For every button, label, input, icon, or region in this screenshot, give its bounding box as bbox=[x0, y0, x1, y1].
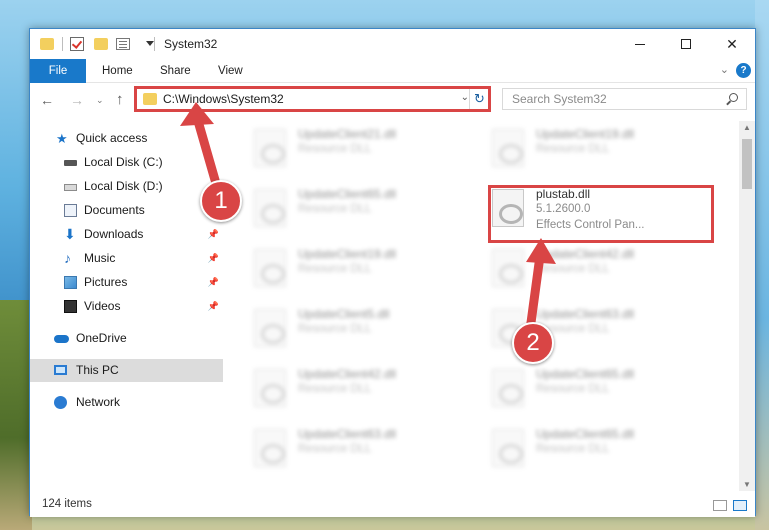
step-badge-1: 1 bbox=[200, 180, 242, 222]
step-badge-2: 2 bbox=[512, 322, 554, 364]
arrow-head-2 bbox=[526, 238, 556, 264]
arrow-head-1 bbox=[180, 102, 214, 126]
annotation-arrows bbox=[180, 102, 556, 335]
arrow-to-file bbox=[525, 251, 545, 335]
